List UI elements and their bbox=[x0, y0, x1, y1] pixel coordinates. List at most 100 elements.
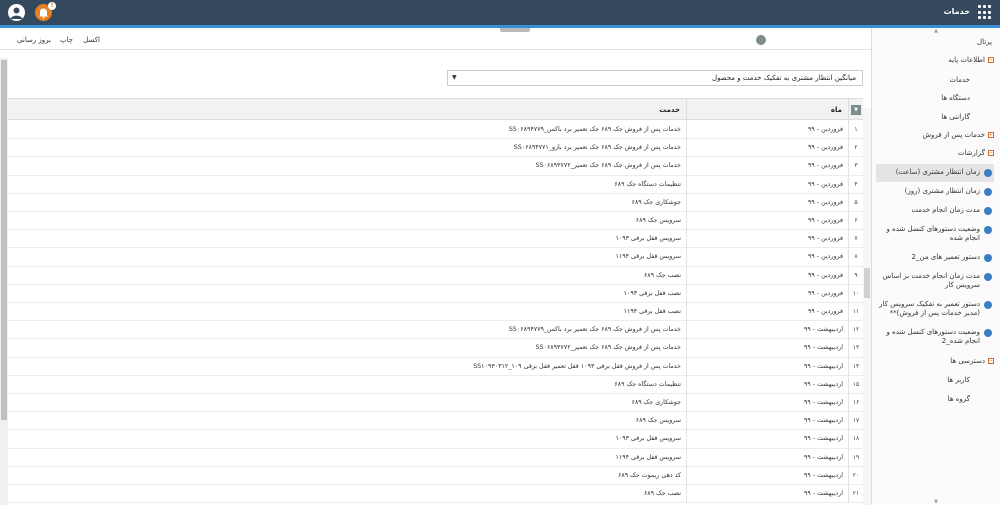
row-service: نصب قفل برقی ۱۰۹۳ bbox=[623, 289, 681, 297]
sidebar-item-services[interactable]: خدمات bbox=[875, 75, 970, 85]
row-month: فروردین - ۹۹ bbox=[686, 121, 848, 139]
page-scrollbar[interactable] bbox=[0, 58, 8, 505]
sidebar-item-users[interactable]: کاربر ها bbox=[875, 375, 970, 385]
row-service: سرویس جک ۶۸۹ bbox=[635, 417, 681, 425]
table-row[interactable]: ۳ فروردین - ۹۹ خدمات پس از فروش جک ۶۸۹ جک … bbox=[8, 157, 863, 176]
refresh-icon[interactable] bbox=[756, 35, 766, 45]
report-select-value: میانگین انتظار مشتری به تفکیک خدمت و محص… bbox=[711, 74, 856, 82]
table-row[interactable]: ۸ فروردین - ۹۹ سرویس قفل برقی ۱۱۹۴ bbox=[8, 248, 863, 267]
sidebar-report-service-duration[interactable]: مدت زمان انجام خدمت bbox=[876, 206, 994, 215]
sidebar-report-order-status[interactable]: وضعیت دستورهای کنسل شده و انجام شده bbox=[876, 225, 994, 243]
user-avatar-icon[interactable] bbox=[8, 4, 25, 21]
row-month: فروردین - ۹۹ bbox=[686, 212, 848, 230]
sidebar-item-devices[interactable]: دستگاه ها bbox=[875, 93, 970, 103]
sidebar-report-duration-by-technician[interactable]: مدت زمان انجام خدمت بر اساس سرویس کار bbox=[876, 272, 994, 290]
sidebar-scroll-down-icon[interactable]: ▼ bbox=[872, 499, 1000, 505]
table-row[interactable]: ۱۴ اردیبهشت - ۹۹ خدمات پس از فروش قفل برقی… bbox=[8, 357, 863, 376]
row-service: نصب جک ۶۸۹ bbox=[643, 490, 681, 497]
collapse-icon[interactable]: − bbox=[988, 57, 994, 63]
page-scrollbar-thumb[interactable] bbox=[1, 60, 7, 420]
table-row[interactable]: ۱۹ اردیبهشت - ۹۹ سرویس قفل برقی ۱۱۹۴ bbox=[8, 448, 863, 467]
column-menu-cell[interactable]: ▼ bbox=[848, 99, 863, 121]
row-number: ۱ bbox=[848, 121, 863, 139]
table-row[interactable]: ۲۰ اردیبهشت - ۹۹ کد دهی ریموت جک ۶۸۹ bbox=[8, 466, 863, 485]
apps-grid-icon[interactable] bbox=[978, 5, 993, 20]
table-row[interactable]: ۱۲ اردیبهشت - ۹۹ خدمات پس از فروش جک ۶۸۹ ج… bbox=[8, 321, 863, 340]
report-icon bbox=[984, 169, 992, 177]
sidebar-portal[interactable]: پرتال bbox=[977, 38, 992, 46]
table-scrollbar-thumb[interactable] bbox=[864, 268, 870, 298]
excel-button[interactable]: اکسل bbox=[83, 36, 100, 44]
sidebar-group-after-sales[interactable]: +خدمات پس از فروش bbox=[876, 130, 994, 140]
row-number: ۱۹ bbox=[848, 448, 863, 467]
row-month: اردیبهشت - ۹۹ bbox=[686, 485, 848, 503]
row-number: ۶ bbox=[848, 212, 863, 230]
table-row[interactable]: ۱۵ اردیبهشت - ۹۹ تنظیمات دستگاه جک ۶۸۹ bbox=[8, 375, 863, 394]
row-number: ۱۰ bbox=[848, 284, 863, 303]
row-number: ۱۳ bbox=[848, 339, 863, 358]
row-service: تنظیمات دستگاه جک ۶۸۹ bbox=[614, 180, 681, 188]
row-month: فروردین - ۹۹ bbox=[686, 139, 848, 158]
sidebar-report-repairs-by-technician[interactable]: دستور تعمیر به تفکیک سرویس کار (مدیر خدم… bbox=[876, 300, 994, 318]
refresh-button[interactable]: بروز رسانی bbox=[17, 36, 51, 44]
table-row[interactable]: ۱۱ فروردین - ۹۹ نصب قفل برقی ۱۱۹۴ bbox=[8, 303, 863, 322]
sidebar-group-label: گزارشات bbox=[957, 149, 985, 157]
row-number: ۷ bbox=[848, 230, 863, 249]
row-number: ۴ bbox=[848, 175, 863, 194]
row-month: فروردین - ۹۹ bbox=[686, 303, 848, 321]
report-icon bbox=[984, 254, 992, 262]
sidebar-group-label: خدمات پس از فروش bbox=[922, 131, 985, 139]
column-menu-icon[interactable]: ▼ bbox=[851, 105, 861, 115]
table-row[interactable]: ۱۶ اردیبهشت - ۹۹ جوشکاری جک ۶۸۹ bbox=[8, 394, 863, 413]
sidebar-group-base-info[interactable]: −اطلاعات پایه bbox=[876, 55, 994, 65]
row-service: خدمات پس از فروش جک ۶۸۹ جک تعمیر_SS۰۶۸۹۴… bbox=[535, 344, 681, 352]
table-row[interactable]: ۵ فروردین - ۹۹ جوشکاری جک ۶۸۹ bbox=[8, 193, 863, 212]
table-row[interactable]: ۷ فروردین - ۹۹ سرویس قفل برقی ۱۰۹۳ bbox=[8, 230, 863, 249]
table-scrollbar[interactable] bbox=[863, 108, 871, 505]
row-service: سرویس قفل برقی ۱۰۹۳ bbox=[615, 435, 681, 443]
sidebar-scroll-up-icon[interactable]: ▲ bbox=[872, 28, 1000, 34]
sidebar-report-wait-days[interactable]: زمان انتظار مشتری (روز) bbox=[876, 187, 994, 196]
header-service[interactable]: خدمت bbox=[8, 99, 686, 121]
table-row[interactable]: ۱۳ اردیبهشت - ۹۹ خدمات پس از فروش جک ۶۸۹ ج… bbox=[8, 339, 863, 358]
row-month: اردیبهشت - ۹۹ bbox=[686, 430, 848, 449]
report-icon bbox=[984, 329, 992, 337]
table-row[interactable]: ۶ فروردین - ۹۹ سرویس جک ۶۸۹ bbox=[8, 212, 863, 231]
sidebar-group-label: دسترسی ها bbox=[950, 357, 985, 365]
row-service: سرویس قفل برقی ۱۱۹۴ bbox=[615, 253, 681, 261]
table-row[interactable]: ۲ فروردین - ۹۹ خدمات پس از فروش جک ۶۸۹ جک … bbox=[8, 139, 863, 158]
sidebar-report-my-repairs[interactable]: دستور تعمیر های من_2 bbox=[876, 253, 994, 262]
table-row[interactable]: ۴ فروردین - ۹۹ تنظیمات دستگاه جک ۶۸۹ bbox=[8, 175, 863, 194]
sidebar-report-order-status-2[interactable]: وضعیت دستورهای کنسل شده و انجام شده_2 bbox=[876, 328, 994, 346]
expand-icon[interactable]: + bbox=[988, 132, 994, 138]
sidebar-group-access[interactable]: −دسترسی ها bbox=[876, 356, 994, 366]
collapse-icon[interactable]: − bbox=[988, 358, 994, 364]
table-row[interactable]: ۱ فروردین - ۹۹ خدمات پس از فروش جک ۶۸۹ جک … bbox=[8, 121, 863, 140]
row-month: فروردین - ۹۹ bbox=[686, 157, 848, 176]
table-row[interactable]: ۱۸ اردیبهشت - ۹۹ سرویس قفل برقی ۱۰۹۳ bbox=[8, 430, 863, 449]
table-row[interactable]: ۲۱ اردیبهشت - ۹۹ نصب جک ۶۸۹ bbox=[8, 485, 863, 504]
report-icon bbox=[984, 301, 992, 309]
table-row[interactable]: ۱۰ فروردین - ۹۹ نصب قفل برقی ۱۰۹۳ bbox=[8, 284, 863, 303]
row-number: ۱۶ bbox=[848, 394, 863, 412]
row-month: اردیبهشت - ۹۹ bbox=[686, 321, 848, 340]
app-title: خدمات bbox=[943, 7, 970, 16]
sidebar-item-groups[interactable]: گروه ها bbox=[875, 394, 970, 404]
row-number: ۱۸ bbox=[848, 430, 863, 449]
table-row[interactable]: ۱۷ اردیبهشت - ۹۹ سرویس جک ۶۸۹ bbox=[8, 412, 863, 431]
toolbar: بروز رسانی چاپ اکسل bbox=[0, 32, 871, 50]
print-button[interactable]: چاپ bbox=[60, 36, 73, 44]
collapse-icon[interactable]: − bbox=[988, 150, 994, 156]
table-row[interactable]: ۹ فروردین - ۹۹ نصب جک ۶۸۹ bbox=[8, 266, 863, 285]
report-select[interactable]: میانگین انتظار مشتری به تفکیک خدمت و محص… bbox=[447, 70, 863, 86]
main-panel: بروز رسانی چاپ اکسل میانگین انتظار مشتری… bbox=[0, 28, 871, 505]
top-bar: خدمات ! bbox=[0, 0, 1000, 25]
row-service: خدمات پس از فروش قفل برقی ۱۰۹۳ قفل تعمیر… bbox=[473, 362, 681, 370]
sidebar-item-warranties[interactable]: گارانتی ها bbox=[875, 112, 970, 122]
sidebar-report-wait-hours[interactable]: زمان انتظار مشتری (ساعت) bbox=[876, 164, 994, 182]
row-month: فروردین - ۹۹ bbox=[686, 266, 848, 285]
row-number: ۱۴ bbox=[848, 357, 863, 376]
sidebar-group-reports[interactable]: −گزارشات bbox=[876, 148, 994, 158]
header-month[interactable]: ماه bbox=[686, 99, 848, 121]
sidebar: ▲ پرتال −اطلاعات پایه خدمات دستگاه ها گا… bbox=[871, 28, 1000, 505]
